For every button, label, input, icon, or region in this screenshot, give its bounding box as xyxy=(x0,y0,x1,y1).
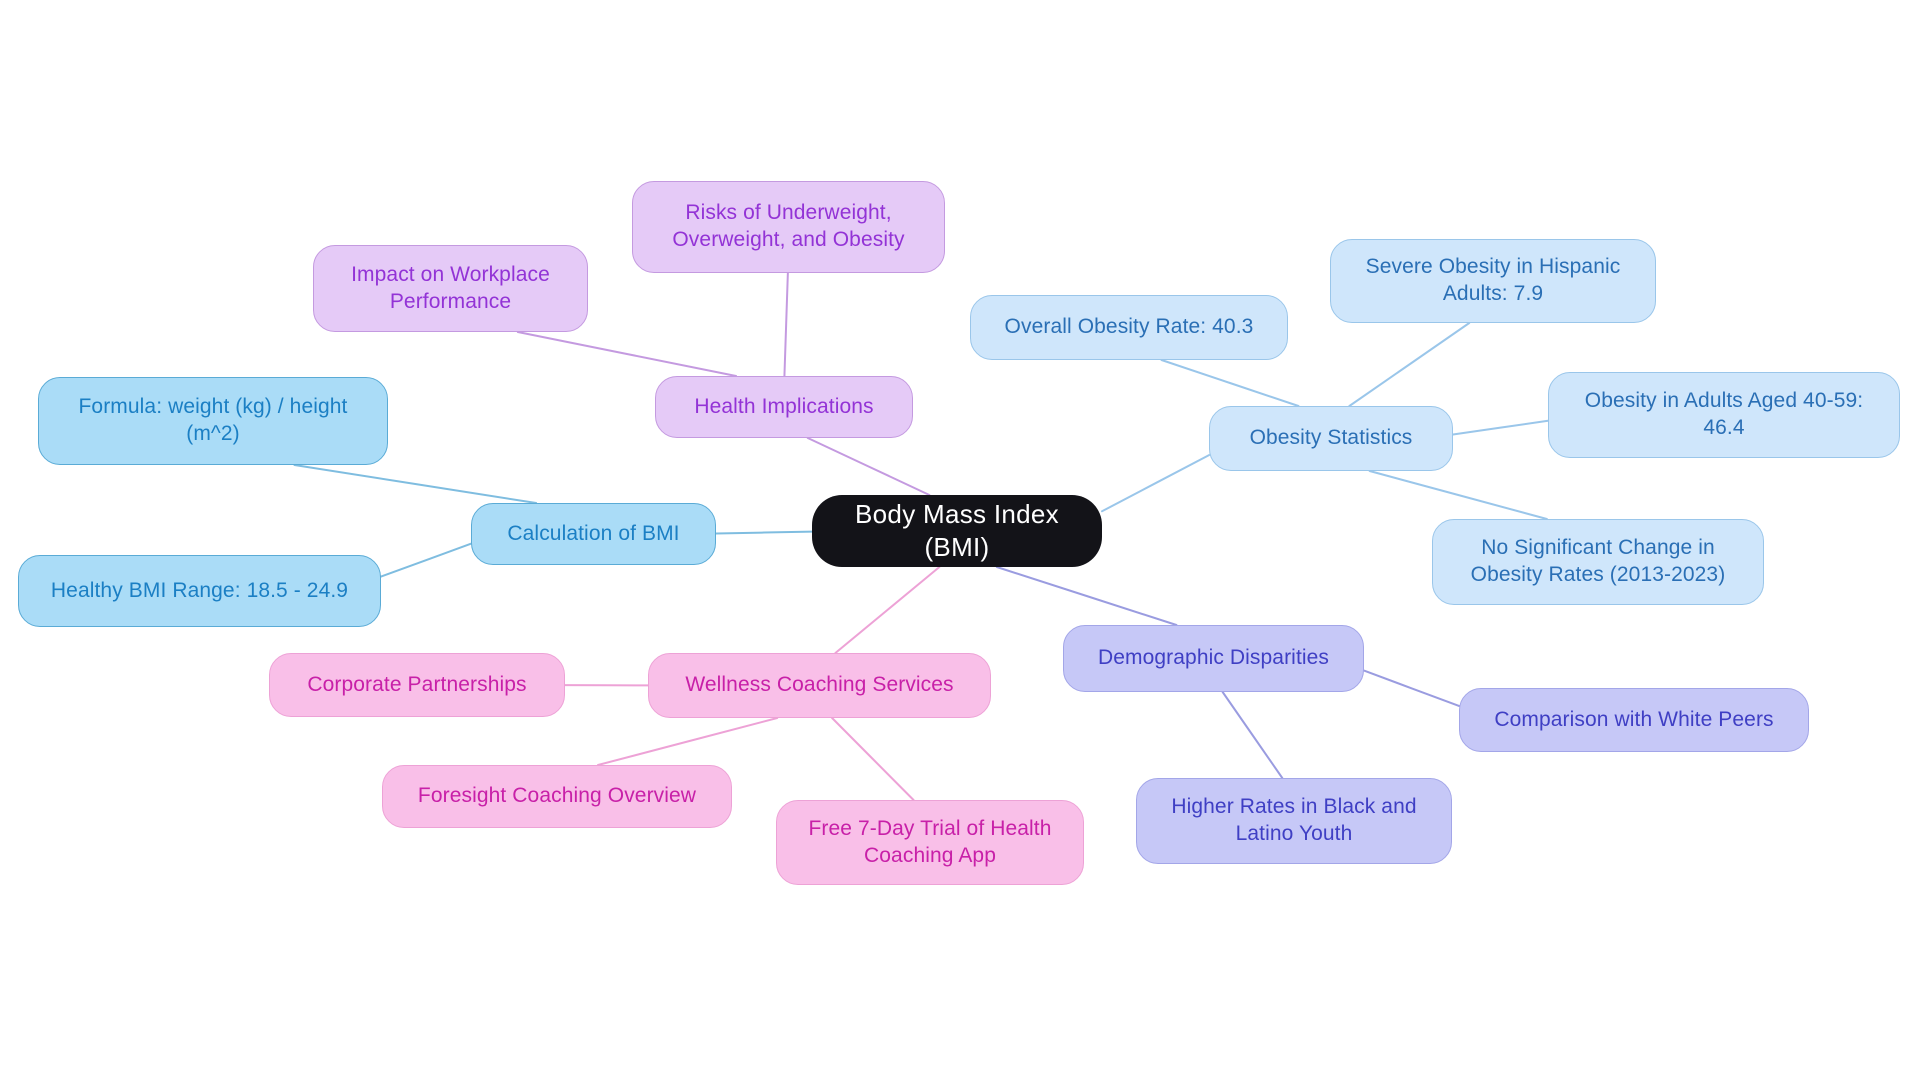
mindmap-node-comparison-white-peers[interactable]: Comparison with White Peers xyxy=(1459,688,1809,752)
mindmap-node-adults-40-59[interactable]: Obesity in Adults Aged 40-59: 46.4 xyxy=(1548,372,1900,458)
mindmap-canvas: Body Mass Index (BMI) Calculation of BMI F… xyxy=(0,0,1920,1083)
mindmap-edge xyxy=(596,717,779,766)
mindmap-edge xyxy=(1452,419,1549,436)
mindmap-edge xyxy=(1160,359,1300,407)
mindmap-edge xyxy=(806,437,931,496)
mindmap-node-overall-rate[interactable]: Overall Obesity Rate: 40.3 xyxy=(970,295,1288,360)
mindmap-edge xyxy=(1101,454,1210,513)
mindmap-node-root[interactable]: Body Mass Index (BMI) xyxy=(812,495,1102,567)
mindmap-node-obesity-statistics[interactable]: Obesity Statistics xyxy=(1209,406,1453,471)
mindmap-edge xyxy=(831,717,915,801)
mindmap-edge xyxy=(1368,470,1548,520)
mindmap-edge xyxy=(1221,691,1284,779)
mindmap-node-risks[interactable]: Risks of Underweight, Overweight, and Ob… xyxy=(632,181,945,273)
mindmap-edge xyxy=(1348,322,1471,407)
mindmap-node-demographic-disparities[interactable]: Demographic Disparities xyxy=(1063,625,1364,692)
mindmap-edge xyxy=(516,331,738,377)
mindmap-node-free-trial[interactable]: Free 7-Day Trial of Health Coaching App xyxy=(776,800,1084,885)
mindmap-edge xyxy=(834,566,941,654)
mindmap-edge xyxy=(715,530,813,535)
mindmap-node-formula[interactable]: Formula: weight (kg) / height (m^2) xyxy=(38,377,388,465)
mindmap-node-foresight-overview[interactable]: Foresight Coaching Overview xyxy=(382,765,732,828)
mindmap-node-no-change[interactable]: No Significant Change in Obesity Rates (… xyxy=(1432,519,1764,605)
mindmap-edge xyxy=(293,464,538,504)
mindmap-node-severe-hispanic[interactable]: Severe Obesity in Hispanic Adults: 7.9 xyxy=(1330,239,1656,323)
mindmap-node-workplace[interactable]: Impact on Workplace Performance xyxy=(313,245,588,332)
mindmap-edge xyxy=(380,542,472,578)
mindmap-node-health-implications[interactable]: Health Implications xyxy=(655,376,913,438)
mindmap-node-corporate-partnerships[interactable]: Corporate Partnerships xyxy=(269,653,565,717)
mindmap-edge xyxy=(783,272,789,377)
mindmap-edge xyxy=(995,566,1178,626)
mindmap-node-healthy-range[interactable]: Healthy BMI Range: 18.5 - 24.9 xyxy=(18,555,381,627)
mindmap-node-wellness-coaching[interactable]: Wellness Coaching Services xyxy=(648,653,991,718)
mindmap-node-calculation-of-bmi[interactable]: Calculation of BMI xyxy=(471,503,716,565)
mindmap-edge xyxy=(1363,669,1460,707)
mindmap-node-higher-rates-youth[interactable]: Higher Rates in Black and Latino Youth xyxy=(1136,778,1452,864)
